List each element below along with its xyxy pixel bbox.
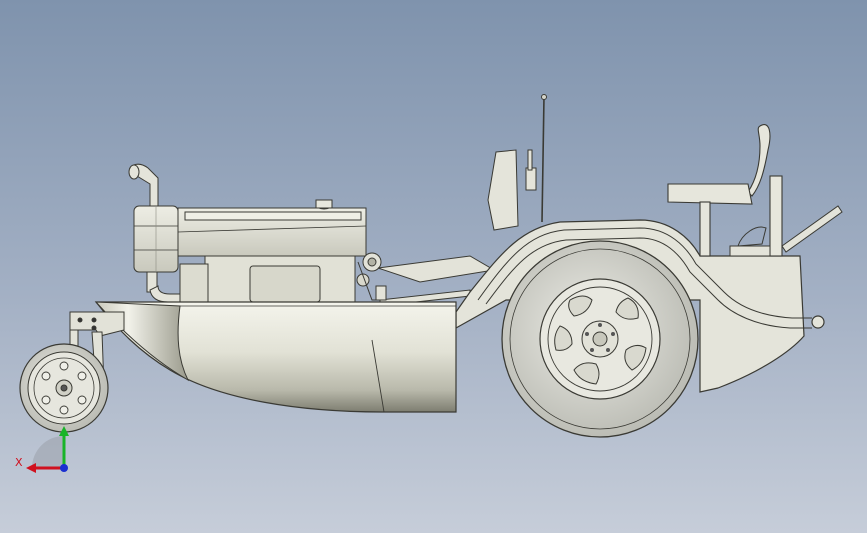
- control-lever: [729, 205, 843, 257]
- control-tower: [487, 94, 547, 231]
- coordinate-triad: [26, 426, 69, 473]
- engine: [177, 199, 388, 305]
- z-axis-origin: [60, 464, 68, 472]
- x-axis-arrowhead: [26, 463, 36, 473]
- mower-deck: [94, 301, 457, 413]
- operator-seat: [667, 124, 783, 257]
- x-axis-label: X: [15, 456, 23, 469]
- rear-drive-wheel: [501, 240, 699, 438]
- cad-viewport[interactable]: X: [0, 0, 867, 533]
- muffler: [133, 205, 179, 273]
- mower-model-view[interactable]: [0, 0, 867, 533]
- front-caster-wheel: [19, 343, 109, 433]
